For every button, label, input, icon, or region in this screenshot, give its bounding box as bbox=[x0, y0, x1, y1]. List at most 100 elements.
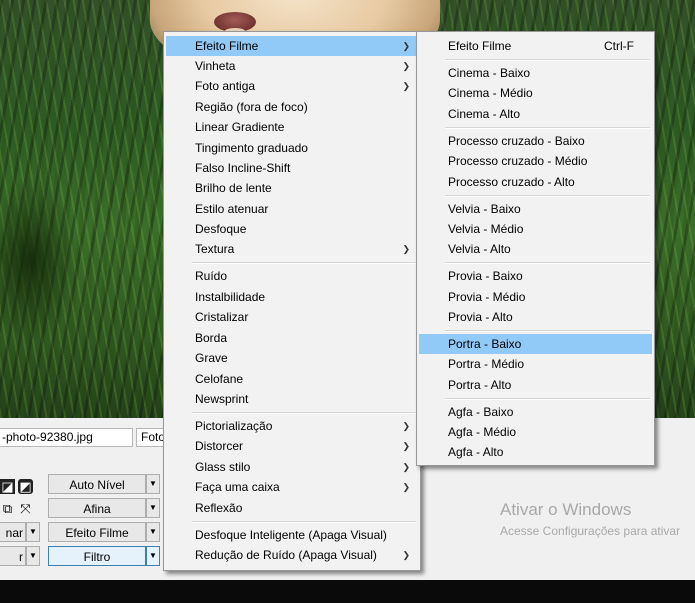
menu-item-borda[interactable]: Borda bbox=[166, 328, 418, 348]
menu-item-efeito-filme[interactable]: Efeito Filme ❯ bbox=[166, 36, 418, 56]
submenu-item-provia-medio[interactable]: Provia - Médio bbox=[419, 287, 652, 307]
menu-item-label: Região (fora de foco) bbox=[195, 100, 308, 114]
taskbar bbox=[0, 580, 695, 603]
submenu-item-agfa-medio[interactable]: Agfa - Médio bbox=[419, 422, 652, 442]
submenu-item-portra-alto[interactable]: Portra - Alto bbox=[419, 375, 652, 395]
submenu-item-processo-alto[interactable]: Processo cruzado - Alto bbox=[419, 172, 652, 192]
menu-item-label: Cinema - Alto bbox=[448, 107, 521, 121]
submenu-arrow-icon: ❯ bbox=[402, 441, 410, 451]
menu-item-desfoque-inteligente[interactable]: Desfoque Inteligente (Apaga Visual) bbox=[166, 525, 418, 545]
submenu-item-cinema-medio[interactable]: Cinema - Médio bbox=[419, 83, 652, 103]
submenu-item-processo-baixo[interactable]: Processo cruzado - Baixo bbox=[419, 131, 652, 151]
submenu-item-provia-alto[interactable]: Provia - Alto bbox=[419, 307, 652, 327]
menu-item-pictorializacao[interactable]: Pictorialização ❯ bbox=[166, 416, 418, 436]
menu-separator bbox=[445, 262, 650, 264]
afina-dropdown[interactable]: ▼ bbox=[146, 498, 160, 518]
menu-item-ruido[interactable]: Ruído bbox=[166, 266, 418, 286]
submenu-item-velvia-alto[interactable]: Velvia - Alto bbox=[419, 239, 652, 259]
left-row3-dropdown[interactable]: ▼ bbox=[26, 522, 40, 542]
submenu-item-agfa-baixo[interactable]: Agfa - Baixo bbox=[419, 402, 652, 422]
submenu-item-agfa-alto[interactable]: Agfa - Alto bbox=[419, 442, 652, 462]
menu-item-regiao[interactable]: Região (fora de foco) bbox=[166, 97, 418, 117]
transform-icon[interactable]: ⤧ bbox=[18, 501, 33, 516]
submenu-item-velvia-baixo[interactable]: Velvia - Baixo bbox=[419, 199, 652, 219]
menu-item-reflexao[interactable]: Reflexão bbox=[166, 498, 418, 518]
efeito-filme-button[interactable]: Efeito Filme bbox=[48, 522, 146, 542]
invert-icon[interactable]: ◪ bbox=[0, 479, 15, 494]
submenu-arrow-icon: ❯ bbox=[402, 550, 410, 560]
menu-item-instalbilidade[interactable]: Instalbilidade bbox=[166, 287, 418, 307]
menu-item-label: Cinema - Baixo bbox=[448, 66, 531, 80]
filtro-dropdown[interactable]: ▼ bbox=[146, 546, 160, 566]
submenu-item-portra-medio[interactable]: Portra - Médio bbox=[419, 354, 652, 374]
menu-separator bbox=[445, 59, 650, 61]
menu-item-label: Agfa - Médio bbox=[448, 425, 517, 439]
activation-watermark-subtitle: Acesse Configurações para ativar bbox=[500, 524, 681, 538]
submenu-item-cinema-baixo[interactable]: Cinema - Baixo bbox=[419, 63, 652, 83]
menu-item-label: Brilho de lente bbox=[195, 181, 272, 195]
menu-item-celofane[interactable]: Celofane bbox=[166, 369, 418, 389]
menu-item-label: Estilo atenuar bbox=[195, 202, 269, 216]
filtro-button[interactable]: Filtro bbox=[48, 546, 146, 566]
menu-item-label: Desfoque Inteligente (Apaga Visual) bbox=[195, 528, 387, 542]
menu-item-linear-gradiente[interactable]: Linear Gradiente bbox=[166, 117, 418, 137]
efeito-filme-dropdown[interactable]: ▼ bbox=[146, 522, 160, 542]
menu-item-reducao-ruido[interactable]: Redução de Ruído (Apaga Visual) ❯ bbox=[166, 545, 418, 565]
menu-item-label: Vinheta bbox=[195, 59, 236, 73]
submenu-item-velvia-medio[interactable]: Velvia - Médio bbox=[419, 219, 652, 239]
menu-item-label: Pictorialização bbox=[195, 419, 273, 433]
menu-item-cristalizar[interactable]: Cristalizar bbox=[166, 307, 418, 327]
menu-separator bbox=[445, 330, 650, 332]
tool-icons: ◪ ◩ ⧉ ⤧ bbox=[0, 474, 40, 518]
menu-item-grave[interactable]: Grave bbox=[166, 348, 418, 368]
submenu-item-provia-baixo[interactable]: Provia - Baixo bbox=[419, 266, 652, 286]
left-button-row4[interactable]: r bbox=[0, 546, 26, 566]
afina-button[interactable]: Afina bbox=[48, 498, 146, 518]
menu-item-label: Portra - Médio bbox=[448, 357, 525, 371]
submenu-arrow-icon: ❯ bbox=[402, 81, 410, 91]
menu-item-textura[interactable]: Textura ❯ bbox=[166, 239, 418, 259]
menu-item-label: Portra - Baixo bbox=[448, 337, 522, 351]
menu-item-label: Falso Incline-Shift bbox=[195, 161, 291, 175]
menu-item-label: Ruído bbox=[195, 269, 228, 283]
menu-item-label: Faça uma caixa bbox=[195, 480, 280, 494]
menu-item-distorcer[interactable]: Distorcer ❯ bbox=[166, 436, 418, 456]
submenu-item-portra-baixo[interactable]: Portra - Baixo bbox=[419, 334, 652, 354]
menu-item-glass-stilo[interactable]: Glass stilo ❯ bbox=[166, 457, 418, 477]
menu-item-label: Desfoque bbox=[195, 222, 247, 236]
menu-item-label: Instalbilidade bbox=[195, 290, 266, 304]
menu-item-vinheta[interactable]: Vinheta ❯ bbox=[166, 56, 418, 76]
menu-separator bbox=[192, 412, 416, 414]
menu-item-brilho-lente[interactable]: Brilho de lente bbox=[166, 178, 418, 198]
crop-resize-icon[interactable]: ⧉ bbox=[0, 501, 15, 516]
auto-nivel-dropdown[interactable]: ▼ bbox=[146, 474, 160, 494]
submenu-arrow-icon: ❯ bbox=[402, 244, 410, 254]
menu-item-tingimento[interactable]: Tingimento graduado bbox=[166, 138, 418, 158]
menu-item-faca-caixa[interactable]: Faça uma caixa ❯ bbox=[166, 477, 418, 497]
menu-item-newsprint[interactable]: Newsprint bbox=[166, 389, 418, 409]
menu-item-label: Glass stilo bbox=[195, 460, 251, 474]
submenu-item-cinema-alto[interactable]: Cinema - Alto bbox=[419, 104, 652, 124]
contrast-icon[interactable]: ◩ bbox=[18, 479, 33, 494]
menu-item-foto-antiga[interactable]: Foto antiga ❯ bbox=[166, 76, 418, 96]
menu-item-desfoque[interactable]: Desfoque bbox=[166, 219, 418, 239]
file-tab[interactable]: -photo-92380.jpg bbox=[0, 428, 133, 447]
submenu-item-processo-medio[interactable]: Processo cruzado - Médio bbox=[419, 151, 652, 171]
menu-item-label: Distorcer bbox=[195, 439, 244, 453]
left-button-row3[interactable]: nar bbox=[0, 522, 26, 542]
menu-item-label: Provia - Alto bbox=[448, 310, 513, 324]
submenu-arrow-icon: ❯ bbox=[402, 41, 410, 51]
menu-item-label: Portra - Alto bbox=[448, 378, 512, 392]
menu-item-label: Processo cruzado - Baixo bbox=[448, 134, 585, 148]
left-row4-dropdown[interactable]: ▼ bbox=[26, 546, 40, 566]
menu-item-label: Cinema - Médio bbox=[448, 86, 533, 100]
menu-item-estilo-atenuar[interactable]: Estilo atenuar bbox=[166, 199, 418, 219]
auto-nivel-button[interactable]: Auto Nível bbox=[48, 474, 146, 494]
submenu-item-efeito-filme[interactable]: Efeito Filme Ctrl-F bbox=[419, 36, 652, 56]
efeito-filme-submenu: Efeito Filme Ctrl-F Cinema - Baixo Cinema… bbox=[416, 31, 655, 466]
menu-item-label: Redução de Ruído (Apaga Visual) bbox=[195, 548, 377, 562]
menu-item-label: Cristalizar bbox=[195, 310, 249, 324]
menu-item-label: Velvia - Alto bbox=[448, 242, 511, 256]
menu-item-falso-incline[interactable]: Falso Incline-Shift bbox=[166, 158, 418, 178]
menu-item-label: Agfa - Alto bbox=[448, 445, 504, 459]
